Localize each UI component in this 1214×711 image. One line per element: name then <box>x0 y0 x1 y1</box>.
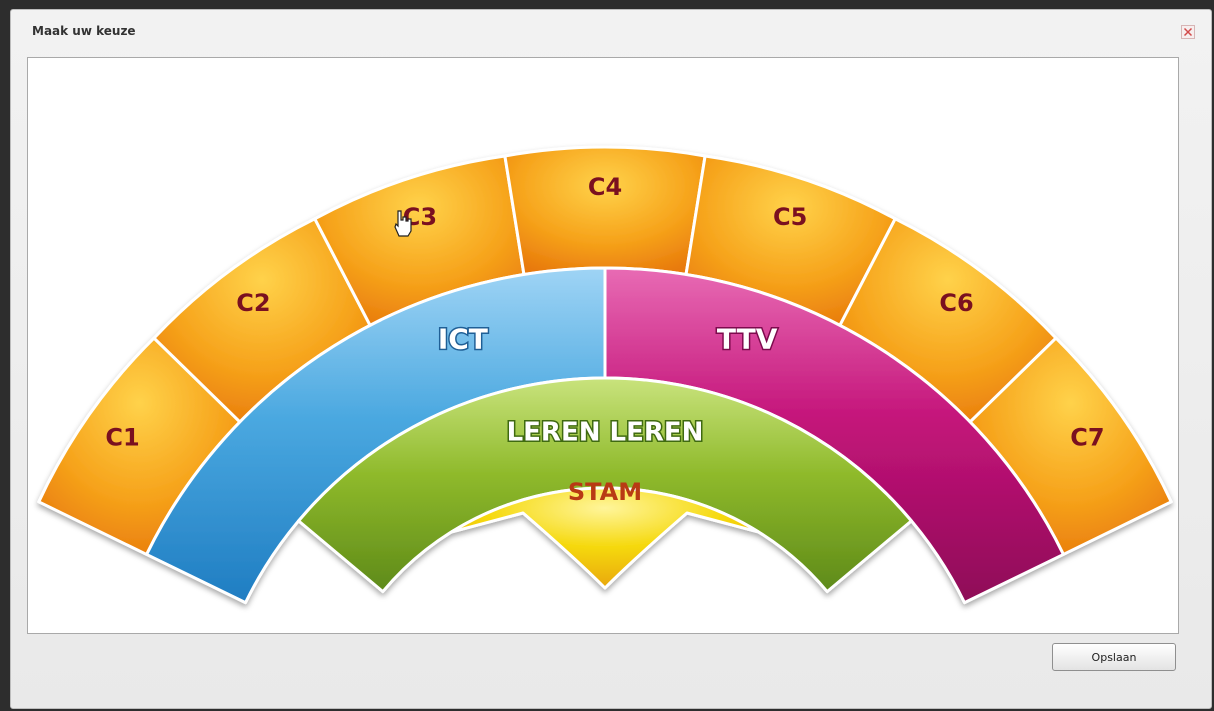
label-c1: C1 <box>105 423 139 451</box>
label-c7: C7 <box>1070 423 1104 451</box>
dialog-title: Maak uw keuze <box>32 24 136 38</box>
save-button[interactable]: Opslaan <box>1052 643 1176 671</box>
label-c6: C6 <box>939 289 973 317</box>
choice-wheel: C1C2C3C4C5C6C7ICT TTVLEREN LERENSTAM <box>37 145 1173 605</box>
label-ict: ICT <box>438 323 488 356</box>
close-button[interactable] <box>1181 25 1195 39</box>
label-stam: STAM <box>568 478 642 506</box>
label-c2: C2 <box>236 289 270 317</box>
label-c5: C5 <box>773 203 807 231</box>
segment-c4[interactable] <box>503 145 707 276</box>
close-icon <box>1183 27 1193 37</box>
label-ttv: TTV <box>717 323 778 356</box>
label-leren-leren: LEREN LEREN <box>507 418 704 448</box>
label-c4: C4 <box>588 173 622 201</box>
content-panel: C1 C2 C3 C4 C5 C6 C7 ICT TTV LEREN LEREN STAM <box>27 57 1179 634</box>
